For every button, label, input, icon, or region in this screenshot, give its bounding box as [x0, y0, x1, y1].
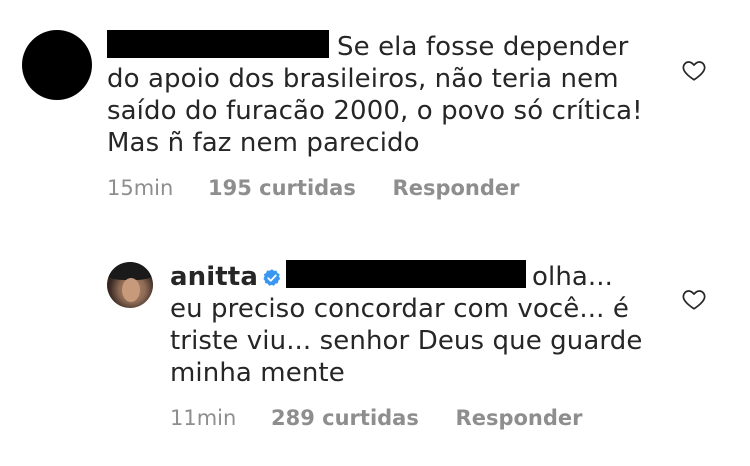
- heart-outline-icon[interactable]: [680, 57, 708, 83]
- comment-1-line-3: saído do furacão 2000, o povo só crítica…: [107, 96, 643, 126]
- comment-1-reply-button[interactable]: Responder: [393, 176, 520, 200]
- comment-1-line-2: do apoio dos brasileiros, não teria nem: [107, 64, 619, 94]
- anitta-avatar[interactable]: [107, 262, 153, 308]
- heart-outline-icon[interactable]: [680, 286, 708, 312]
- comment-2-line-3: triste viu... senhor Deus que guarde: [170, 326, 643, 356]
- verified-badge-icon: [263, 269, 281, 286]
- comment-2-line-4: minha mente: [170, 358, 345, 388]
- comment-2-line-1: olha...: [531, 262, 614, 292]
- comment-2-text: anitta olha... eu preciso concordar com …: [170, 260, 670, 389]
- comment-2-time: 11min: [170, 406, 237, 430]
- comment-2-username[interactable]: anitta: [170, 262, 258, 292]
- comment-1-line-4: Mas ñ faz nem parecido: [107, 128, 420, 158]
- commenter-avatar[interactable]: [22, 30, 92, 100]
- comment-1-meta: 15min 195 curtidas Responder: [107, 176, 520, 200]
- avatar-face-shape: [122, 278, 140, 302]
- comment-1-text: Se ela fosse depender do apoio dos brasi…: [107, 30, 667, 159]
- comment-2-meta: 11min 289 curtidas Responder: [170, 406, 583, 430]
- comment-1-likes[interactable]: 195 curtidas: [208, 176, 356, 200]
- comment-2-likes[interactable]: 289 curtidas: [271, 406, 419, 430]
- comment-2-line-2: eu preciso concordar com você... é: [170, 294, 629, 324]
- redacted-mention[interactable]: [285, 260, 526, 288]
- redacted-username[interactable]: [107, 30, 329, 58]
- comment-2-reply-button[interactable]: Responder: [456, 406, 583, 430]
- comment-1-line-1: Se ela fosse depender: [337, 32, 629, 62]
- comment-1-time: 15min: [107, 176, 174, 200]
